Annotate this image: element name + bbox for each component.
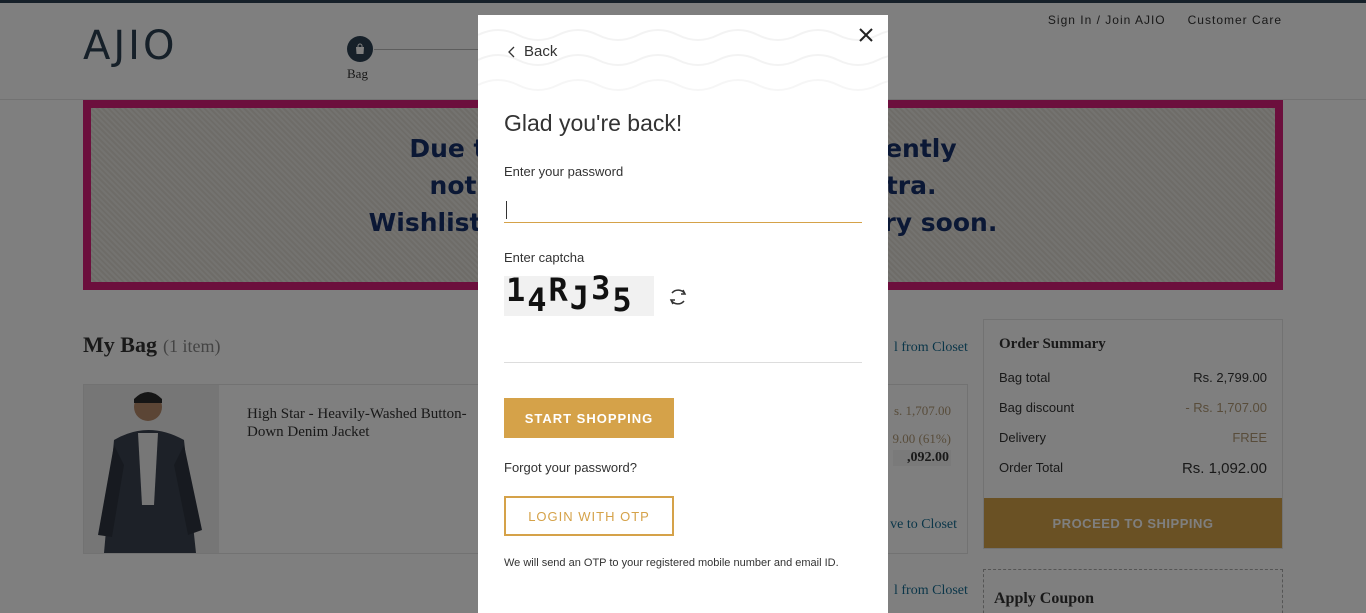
captcha-input[interactable] xyxy=(504,337,862,363)
captcha-char: 4 xyxy=(527,281,549,319)
refresh-icon[interactable] xyxy=(666,285,690,309)
captcha-char: J xyxy=(569,279,592,317)
close-icon[interactable] xyxy=(856,25,876,45)
page: AJIO Bag Sign In / Join AJIO Customer Ca… xyxy=(0,0,1366,613)
password-label: Enter your password xyxy=(504,164,624,179)
password-input[interactable] xyxy=(504,199,862,223)
modal-title: Glad you're back! xyxy=(504,110,683,136)
back-button[interactable]: Back xyxy=(508,43,557,60)
captcha-label: Enter captcha xyxy=(504,250,585,265)
start-shopping-button[interactable]: START SHOPPING xyxy=(504,398,674,438)
captcha-char: R xyxy=(548,271,570,309)
captcha-char: 5 xyxy=(612,281,634,319)
login-modal: Back Glad you're back! Enter your passwo… xyxy=(478,15,888,613)
captcha-char: 1 xyxy=(506,271,528,309)
text-caret xyxy=(506,201,507,219)
captcha-char: 3 xyxy=(591,269,613,307)
back-label: Back xyxy=(524,43,558,60)
chevron-left-icon xyxy=(508,46,515,57)
otp-note: We will send an OTP to your registered m… xyxy=(504,557,839,569)
login-with-otp-button[interactable]: LOGIN WITH OTP xyxy=(504,496,674,536)
forgot-password-link[interactable]: Forgot your password? xyxy=(504,460,637,475)
captcha-image: 14RJ35 xyxy=(504,269,654,319)
